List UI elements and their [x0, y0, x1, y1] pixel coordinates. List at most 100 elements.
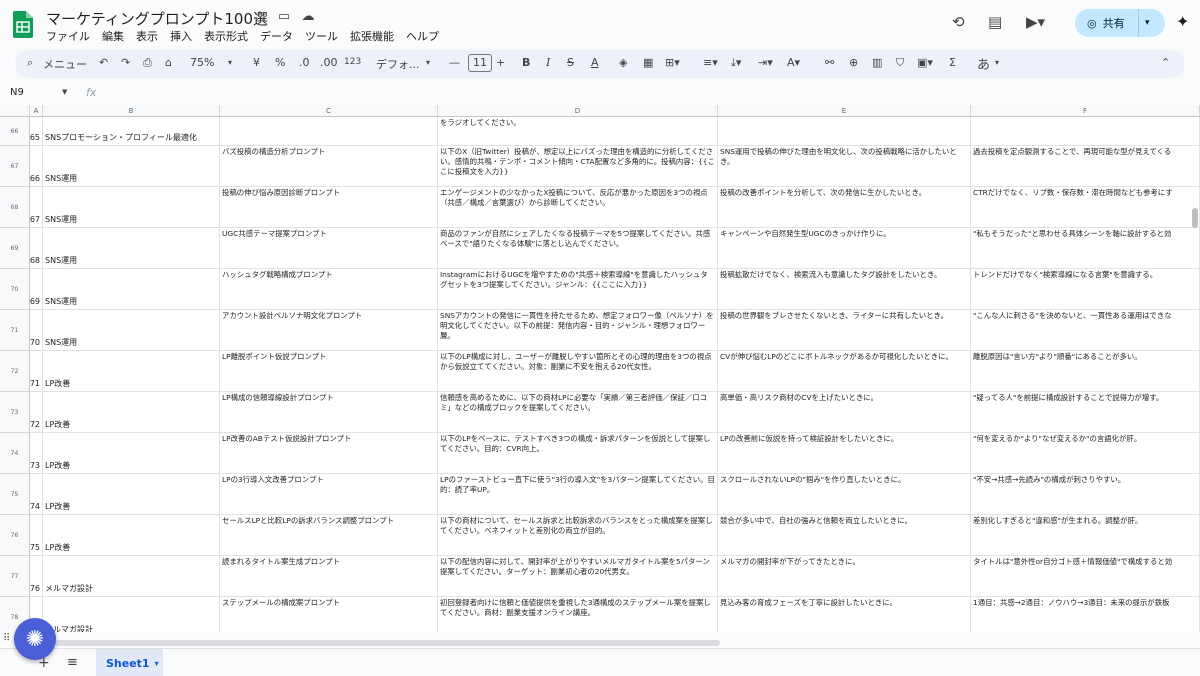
borders-icon[interactable]: ▦: [643, 56, 653, 69]
cell-d[interactable]: 以下の商材について、セールス訴求と比較訴求のバランスをとった構成案を提案してくだ…: [438, 515, 718, 556]
row-header[interactable]: 71: [0, 310, 30, 351]
gemini-icon[interactable]: ✦: [1176, 12, 1189, 31]
search-icon[interactable]: ⌕: [27, 56, 33, 70]
menu-extensions[interactable]: 拡張機能: [350, 28, 394, 44]
cell-b[interactable]: SNS運用: [43, 228, 220, 269]
cell-d[interactable]: 以下のLPをベースに、テストすべき3つの構成・訴求パターンを仮説として提案してく…: [438, 433, 718, 474]
menu-tools[interactable]: ツール: [305, 28, 338, 44]
merge-cells-icon[interactable]: ⊞▾: [665, 56, 680, 69]
row-header[interactable]: 73: [0, 392, 30, 433]
cell-c[interactable]: LPの3行導入文改善プロンプト: [220, 474, 438, 515]
menu-help[interactable]: ヘルプ: [406, 28, 439, 44]
zoom-dropdown-icon[interactable]: ▾: [228, 58, 232, 67]
cell-e[interactable]: [718, 117, 971, 146]
menu-file[interactable]: ファイル: [46, 28, 90, 44]
zoom-select[interactable]: 75%: [190, 56, 214, 69]
cell-e[interactable]: LPの改善前に仮説を持って検証設計をしたいときに。: [718, 433, 971, 474]
cell-c[interactable]: セールスLPと比較LPの訴求バランス調整プロンプト: [220, 515, 438, 556]
cell-e[interactable]: 投稿拡散だけでなく、検索流入も意識したタグ設計をしたいとき。: [718, 269, 971, 310]
cell-f[interactable]: 過去投稿を定点観測することで、再現可能な型が見えてくる: [971, 146, 1200, 187]
cell-b[interactable]: SNS運用: [43, 269, 220, 310]
row-header[interactable]: 72: [0, 351, 30, 392]
document-title[interactable]: マーケティングプロンプト100選: [46, 8, 268, 29]
history-icon[interactable]: ⟲: [952, 13, 965, 31]
menu-view[interactable]: 表示: [136, 28, 158, 44]
cell-d[interactable]: SNSアカウントの発信に一貫性を持たせるため、想定フォロワー像（ペルソナ）を明文…: [438, 310, 718, 351]
all-sheets-icon[interactable]: ≡: [67, 655, 78, 670]
share-button[interactable]: ◎ 共有 ▾: [1075, 9, 1165, 37]
cell-a[interactable]: 75: [30, 515, 43, 556]
insert-link-icon[interactable]: ⚯: [825, 56, 834, 69]
name-box-dropdown-icon[interactable]: ▼: [62, 88, 67, 96]
column-header-d[interactable]: D: [438, 105, 718, 117]
cell-e[interactable]: 投稿の世界観をブレさせたくないとき、ライターに共有したいとき。: [718, 310, 971, 351]
text-rotation-icon[interactable]: A▾: [787, 56, 800, 69]
sheets-logo-icon[interactable]: [13, 11, 33, 38]
cell-c[interactable]: 読まれるタイトル案生成プロンプト: [220, 556, 438, 597]
cell-f[interactable]: トレンドだけでなく"検索導線になる言葉"を意識する。: [971, 269, 1200, 310]
cell-e[interactable]: CVが伸び悩むLPのどこにボトルネックがあるか可視化したいときに。: [718, 351, 971, 392]
row-header[interactable]: 70: [0, 269, 30, 310]
cell-a[interactable]: 65: [30, 117, 43, 146]
cell-d[interactable]: エンゲージメントの少なかったX投稿について、反応が悪かった原因を3つの視点（共感…: [438, 187, 718, 228]
select-all-corner[interactable]: [0, 105, 30, 117]
row-header[interactable]: 67: [0, 146, 30, 187]
text-wrap-icon[interactable]: ⇥▾: [758, 56, 773, 69]
cell-f[interactable]: "何を変えるか"より"なぜ変えるか"の言語化が肝。: [971, 433, 1200, 474]
cell-d[interactable]: 以下のLP構成に対し、ユーザーが離脱しやすい箇所とその心理的理由を3つの視点から…: [438, 351, 718, 392]
row-header[interactable]: 77: [0, 556, 30, 597]
cell-f[interactable]: 1通目：共感→2通目：ノウハウ→3通目：未来の提示が鉄板: [971, 597, 1200, 632]
cell-e[interactable]: 見込み客の育成フェーズを丁寧に設計したいときに。: [718, 597, 971, 632]
cell-b[interactable]: LP改善: [43, 433, 220, 474]
cell-a[interactable]: 74: [30, 474, 43, 515]
cell-c[interactable]: [220, 117, 438, 146]
cloud-status-icon[interactable]: ☁: [300, 9, 316, 24]
cell-d[interactable]: 商品のファンが自然にシェアしたくなる投稿テーマを5つ提案してください。共感ベース…: [438, 228, 718, 269]
menu-edit[interactable]: 編集: [102, 28, 124, 44]
cell-e[interactable]: SNS運用で投稿の伸びた理由を明文化し、次の投稿戦略に活かしたいとき。: [718, 146, 971, 187]
meet-icon[interactable]: ▶▾: [1026, 13, 1045, 31]
cell-e[interactable]: 高単価・高リスク商材のCVを上げたいときに。: [718, 392, 971, 433]
strikethrough-icon[interactable]: S: [567, 56, 574, 69]
menu-format[interactable]: 表示形式: [204, 28, 248, 44]
sheet-tab-dropdown-icon[interactable]: ▾: [155, 659, 159, 668]
menu-insert[interactable]: 挿入: [170, 28, 192, 44]
cell-c[interactable]: ステップメールの構成案プロンプト: [220, 597, 438, 632]
decrease-font-size-button[interactable]: —: [449, 56, 460, 69]
cell-c[interactable]: ハッシュタグ戦略構成プロンプト: [220, 269, 438, 310]
menu-data[interactable]: データ: [260, 28, 293, 44]
font-size-input[interactable]: 11: [468, 54, 492, 72]
cell-c[interactable]: アカウント設計ペルソナ明文化プロンプト: [220, 310, 438, 351]
cell-f[interactable]: 差別化しすぎると"違和感"が生まれる。調整が肝。: [971, 515, 1200, 556]
redo-icon[interactable]: ↷: [121, 56, 130, 69]
star-icon[interactable]: ☆: [252, 9, 268, 24]
cell-d[interactable]: をラジオしてください。: [438, 117, 718, 146]
cell-f[interactable]: [971, 117, 1200, 146]
row-header[interactable]: 74: [0, 433, 30, 474]
cell-f[interactable]: "疑ってる人"を前提に構成設計することで説得力が増す。: [971, 392, 1200, 433]
vertical-align-icon[interactable]: ⤓▾: [731, 56, 741, 70]
cell-a[interactable]: 66: [30, 146, 43, 187]
increase-decimal-button[interactable]: .00: [320, 56, 338, 69]
font-dropdown-icon[interactable]: ▾: [426, 58, 430, 67]
cell-f[interactable]: "不安→共感→先読み"の構成が刺さりやすい。: [971, 474, 1200, 515]
cell-a[interactable]: 69: [30, 269, 43, 310]
row-header[interactable]: 66: [0, 117, 30, 146]
cell-f[interactable]: 離脱原因は"言い方"より"順番"にあることが多い。: [971, 351, 1200, 392]
cell-d[interactable]: 以下の配信内容に対して、開封率が上がりやすいメルマガタイトル案を5パターン提案し…: [438, 556, 718, 597]
cell-c[interactable]: UGC共感テーマ提案プロンプト: [220, 228, 438, 269]
cell-a[interactable]: 76: [30, 556, 43, 597]
column-header-b[interactable]: B: [43, 105, 220, 117]
cell-e[interactable]: 競合が多い中で、自社の強みと信頼を両立したいときに。: [718, 515, 971, 556]
row-header[interactable]: 68: [0, 187, 30, 228]
cell-d[interactable]: LPのファーストビュー直下に使う"3行の導入文"を3パターン提案してください。目…: [438, 474, 718, 515]
row-header[interactable]: 76: [0, 515, 30, 556]
vertical-scrollbar[interactable]: [1192, 208, 1198, 228]
cell-b[interactable]: LP改善: [43, 351, 220, 392]
column-header-f[interactable]: F: [971, 105, 1200, 117]
cell-b[interactable]: メルマガ設計: [43, 556, 220, 597]
cell-e[interactable]: キャンペーンや自然発生型UGCのきっかけ作りに。: [718, 228, 971, 269]
cell-d[interactable]: 信頼感を高めるために、以下の商材LPに必要な「実績／第三者評価／保証／口コミ」な…: [438, 392, 718, 433]
insert-comment-icon[interactable]: ⊕: [849, 56, 858, 69]
cell-b[interactable]: LP改善: [43, 474, 220, 515]
